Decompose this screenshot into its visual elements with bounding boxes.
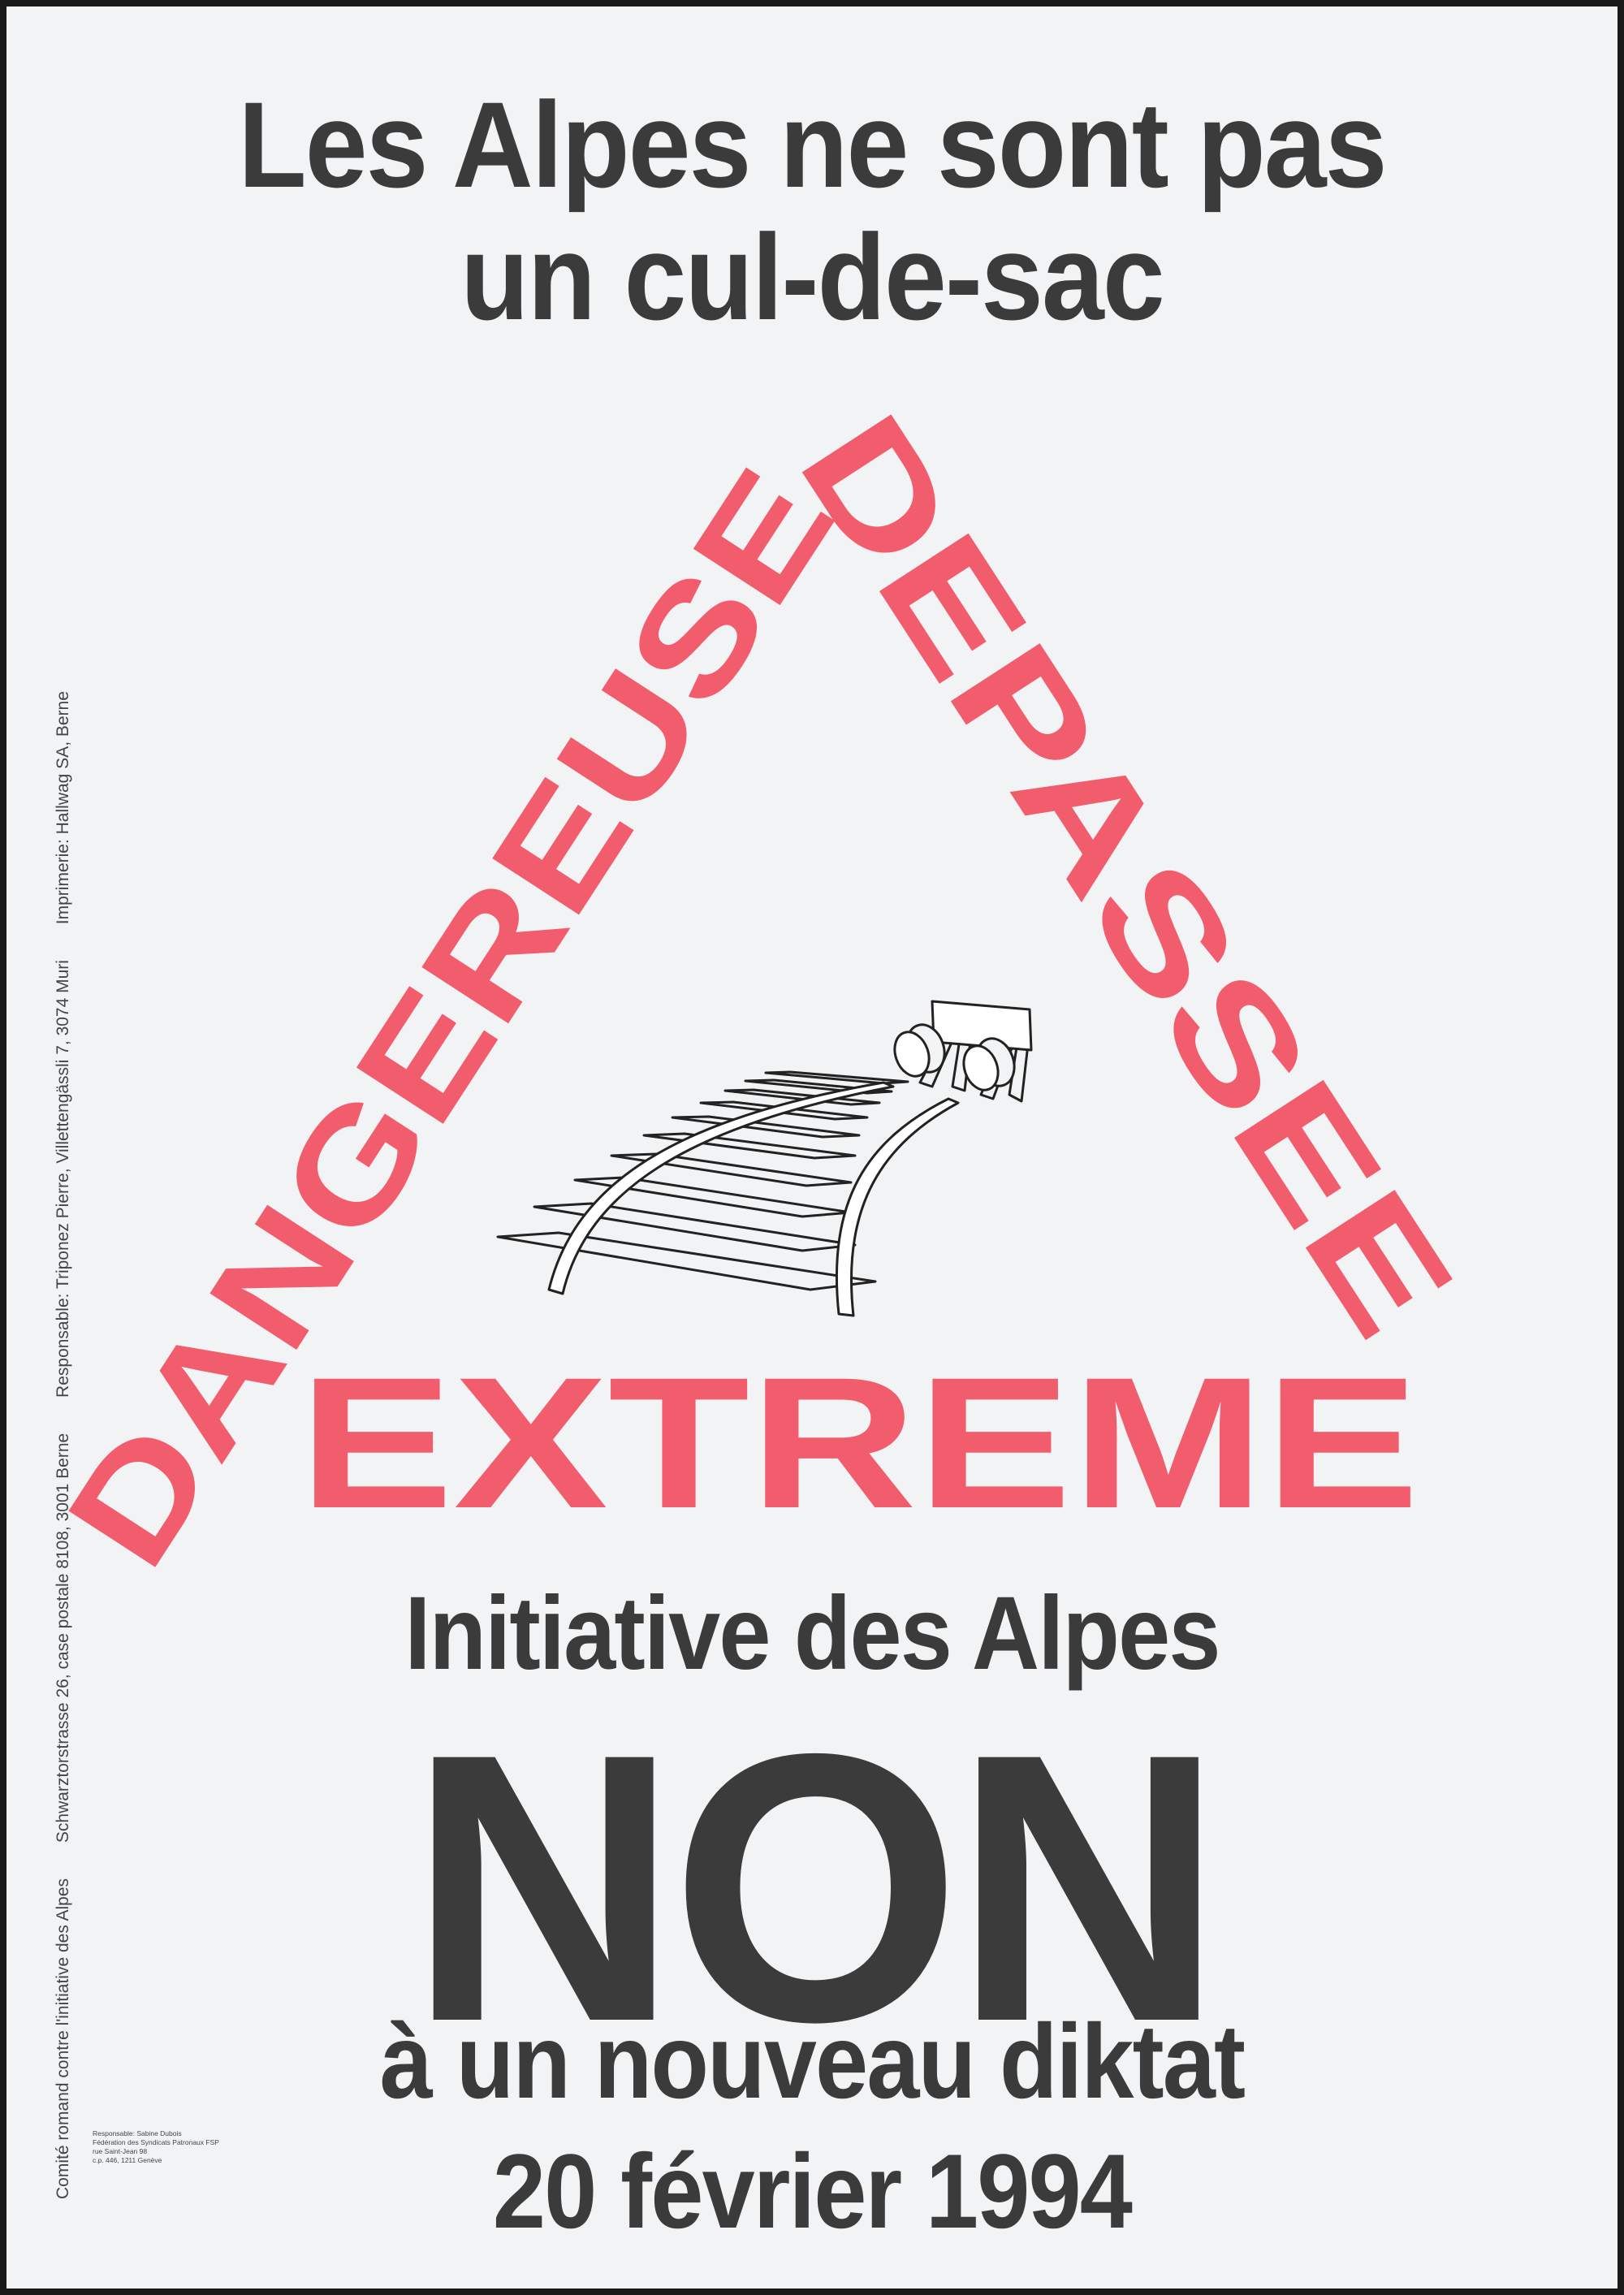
imprint-line: Responsable: Sabine Dubois	[93, 2129, 182, 2137]
sidebar-printer: Imprimerie: Hallwag SA, Berne	[54, 691, 72, 925]
imprint-block: Responsable: Sabine Dubois Fédération de…	[93, 2129, 219, 2165]
triangle-word-bottom: EXTREME	[299, 1338, 1419, 1547]
sidebar-responsible: Responsable: Triponez Pierre, Villetteng…	[54, 960, 72, 1398]
sidebar-credits: Comité romand contre l'initiative des Al…	[54, 660, 73, 2199]
railway-buffer-stop-icon	[496, 1000, 1033, 1317]
imprint-line: Fédération des Syndicats Patronaux FSP	[93, 2138, 219, 2146]
campaign-title: Initiative des Alpes	[404, 1575, 1220, 1692]
imprint-line: c.p. 446, 1211 Genève	[93, 2156, 162, 2164]
poster: Les Alpes ne sont pas un cul-de-sac DANG…	[6, 6, 1618, 2289]
sidebar-address: Schwarztorstrasse 26, case postale 8108,…	[54, 1433, 72, 1843]
sidebar-committee: Comité romand contre l'initiative des Al…	[54, 1878, 72, 2199]
triangle-word-right: DEPASSEE	[767, 386, 1487, 1365]
vote-date: 20 février 1994	[492, 2132, 1133, 2250]
campaign-subtitle: à un nouveau diktat	[379, 2002, 1246, 2120]
imprint-line: rue Saint-Jean 98	[93, 2147, 148, 2155]
